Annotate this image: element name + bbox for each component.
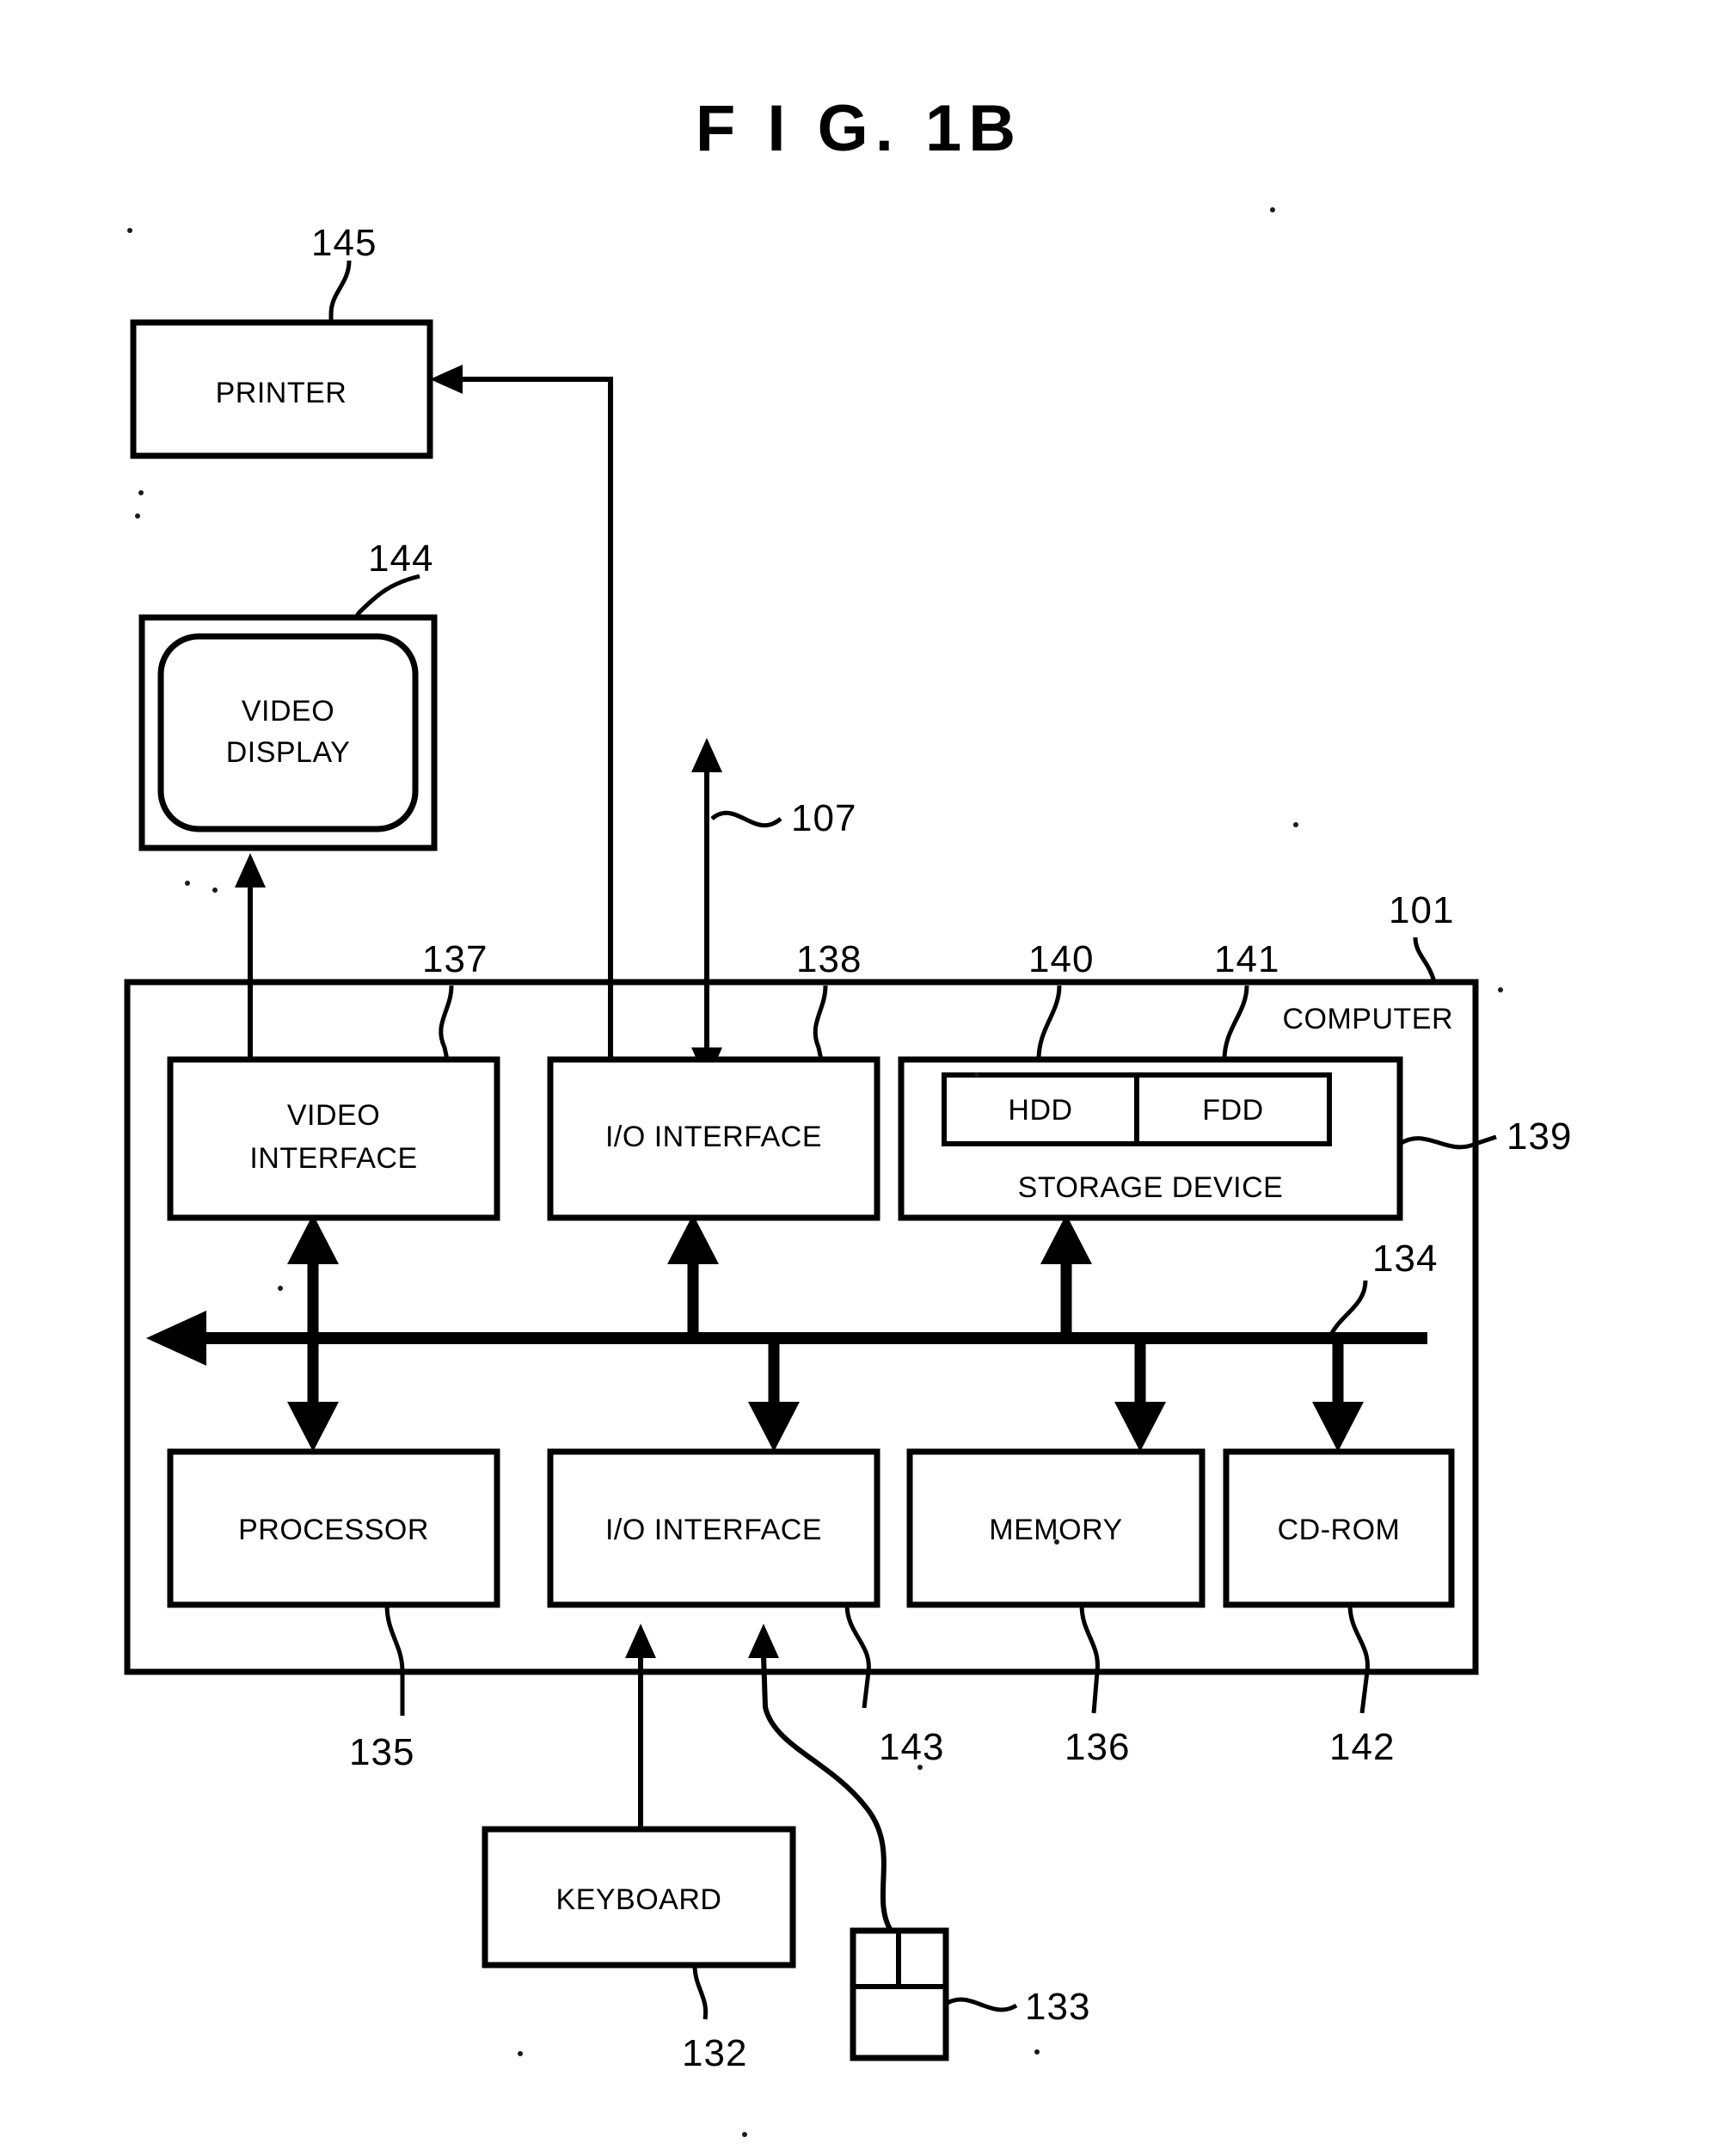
ref-107: 107 — [791, 797, 856, 839]
scan-speck — [1270, 207, 1275, 212]
ref-139: 139 — [1506, 1115, 1572, 1158]
video-display-label-line1: VIDEO — [242, 695, 334, 728]
ref-134: 134 — [1372, 1238, 1438, 1280]
figure-1b-diagram: F I G. 1B PRINTER 145 VIDEO DISPLAY 144 … — [0, 0, 1718, 2156]
video-display-screen — [157, 633, 419, 832]
ref-141: 141 — [1214, 938, 1279, 980]
ref-143: 143 — [879, 1726, 944, 1768]
keyboard-label: KEYBOARD — [556, 1883, 722, 1916]
scan-speck — [1054, 1539, 1059, 1545]
scan-speck — [917, 1765, 923, 1770]
scan-speck — [742, 2132, 747, 2137]
cdrom-label: CD-ROM — [1278, 1514, 1401, 1546]
ref-138: 138 — [796, 938, 862, 980]
scan-speck — [185, 881, 190, 886]
ref-101: 101 — [1389, 889, 1454, 931]
patent-figure: F I G. 1B PRINTER 145 VIDEO DISPLAY 144 … — [0, 0, 1718, 2156]
ref-145: 145 — [311, 222, 377, 264]
ref-135: 135 — [349, 1731, 414, 1773]
scan-speck — [212, 888, 218, 893]
hdd-label: HDD — [1008, 1094, 1072, 1127]
video-interface-label-line2: INTERFACE — [249, 1142, 417, 1175]
scan-speck — [135, 513, 140, 519]
scan-speck — [974, 1072, 979, 1078]
ref-144: 144 — [368, 537, 433, 580]
ref-133: 133 — [1025, 1986, 1090, 2028]
ref-132: 132 — [682, 2032, 747, 2074]
scan-speck — [1498, 987, 1503, 992]
scan-speck — [518, 2051, 523, 2056]
io-interface-top-label: I/O INTERFACE — [605, 1121, 822, 1153]
printer-label: PRINTER — [216, 377, 347, 409]
video-interface-box — [167, 1056, 500, 1221]
scan-speck — [127, 228, 132, 233]
ref-140: 140 — [1028, 938, 1094, 980]
computer-label: COMPUTER — [1282, 1003, 1453, 1035]
video-interface-label-line1: VIDEO — [287, 1099, 380, 1132]
scan-speck — [1293, 822, 1298, 827]
scan-speck — [1034, 2049, 1040, 2055]
ref-137: 137 — [422, 938, 488, 980]
fdd-label: FDD — [1202, 1094, 1263, 1127]
io-interface-bottom-label: I/O INTERFACE — [605, 1514, 822, 1546]
scan-speck — [138, 490, 144, 495]
ref-136: 136 — [1065, 1726, 1130, 1768]
ref-142: 142 — [1329, 1726, 1395, 1768]
video-display-label-line2: DISPLAY — [226, 736, 351, 769]
scan-speck — [278, 1286, 283, 1291]
processor-label: PROCESSOR — [238, 1514, 429, 1546]
page-title: F I G. 1B — [696, 92, 1022, 165]
storage-device-label: STORAGE DEVICE — [1018, 1171, 1284, 1204]
